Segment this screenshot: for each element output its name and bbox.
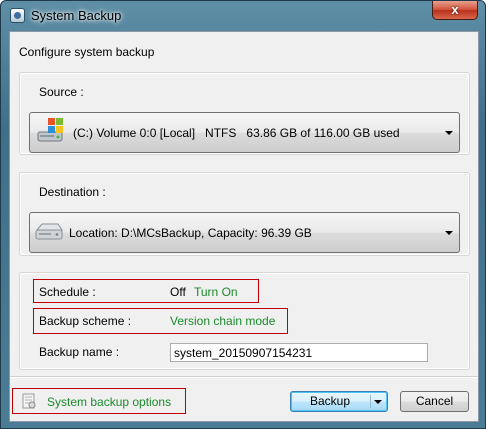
source-selected-value: (C:) Volume 0:0 [Local] NTFS 63.86 GB of… <box>73 126 400 140</box>
system-backup-options-link[interactable]: System backup options <box>47 395 171 409</box>
source-group: Source : (C:) Volume 0:0 [Local] NTFS 63… <box>19 72 470 155</box>
chevron-down-icon[interactable] <box>374 400 382 404</box>
windows-disk-icon <box>37 118 63 142</box>
chevron-down-icon <box>445 230 453 235</box>
destination-selected-value: Location: D:\MCsBackup, Capacity: 96.39 … <box>69 226 312 240</box>
chevron-down-icon <box>445 130 453 135</box>
source-label: Source : <box>39 85 84 99</box>
backup-button[interactable]: Backup <box>290 391 388 412</box>
schedule-label: Schedule : <box>39 285 96 299</box>
backup-scheme-label: Backup scheme : <box>39 314 132 328</box>
destination-label: Destination : <box>39 185 106 199</box>
backup-name-label: Backup name : <box>39 345 120 359</box>
close-button[interactable]: x <box>432 1 478 20</box>
destination-dropdown[interactable]: Location: D:\MCsBackup, Capacity: 96.39 … <box>29 212 460 253</box>
page-title: Configure system backup <box>19 45 155 59</box>
backup-app-icon <box>10 8 25 23</box>
window-title: System Backup <box>31 8 122 23</box>
dialog-body: Configure system backup Source : (C:) Vo… <box>9 31 479 422</box>
schedule-value: Off <box>170 285 186 299</box>
options-icon <box>22 393 36 409</box>
footer-divider <box>10 376 478 378</box>
settings-group: Schedule : Off Turn On Backup scheme : V… <box>19 272 470 370</box>
title-bar[interactable]: System Backup x <box>1 1 485 31</box>
backup-button-label: Backup <box>309 394 351 408</box>
cancel-button[interactable]: Cancel <box>400 391 469 412</box>
split-divider <box>370 395 371 408</box>
destination-group: Destination : Location: D:\MCsBackup, Ca… <box>19 172 470 256</box>
backup-name-input[interactable]: system_20150907154231 <box>170 343 428 362</box>
turn-on-schedule-link[interactable]: Turn On <box>194 285 238 299</box>
backup-scheme-link[interactable]: Version chain mode <box>170 314 275 328</box>
drive-icon <box>35 223 63 240</box>
source-dropdown[interactable]: (C:) Volume 0:0 [Local] NTFS 63.86 GB of… <box>29 112 460 153</box>
system-backup-window: System Backup x Configure system backup … <box>0 0 486 429</box>
